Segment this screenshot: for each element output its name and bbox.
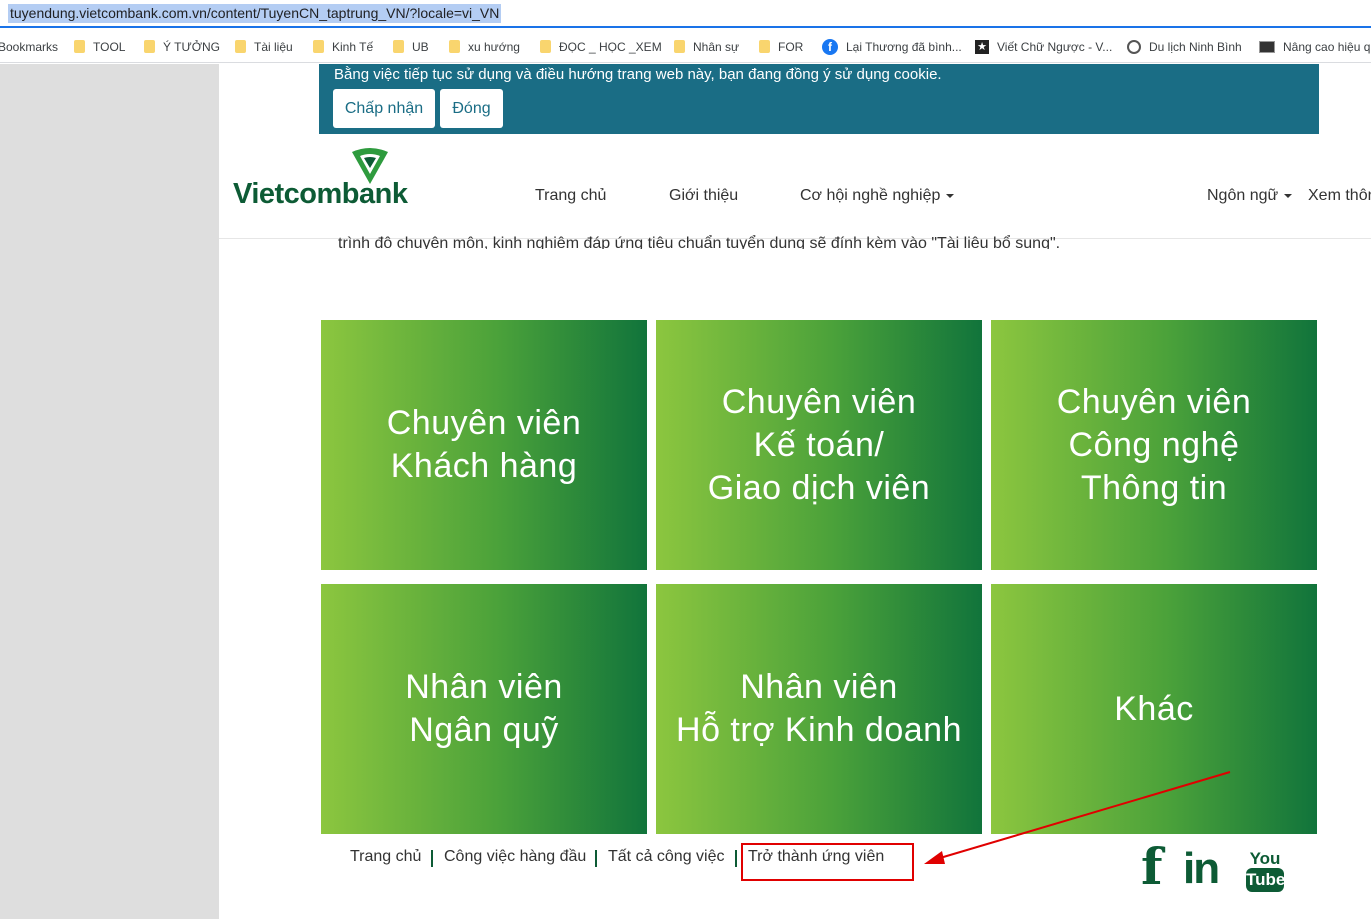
- bookmark-label: Du lịch Ninh Bình: [1149, 39, 1242, 54]
- folder-icon: [393, 40, 404, 53]
- folder-icon: [449, 40, 460, 53]
- tile-ke-toan-giao-dich-vien[interactable]: Chuyên viên Kế toán/ Giao dịch viên: [656, 320, 982, 570]
- bookmark-label: Viết Chữ Ngược - V...: [997, 39, 1113, 54]
- tile-cong-nghe-thong-tin[interactable]: Chuyên viên Công nghệ Thông tin: [991, 320, 1317, 570]
- chevron-down-icon: [946, 193, 955, 198]
- nav-language[interactable]: Ngôn ngữ: [1207, 187, 1293, 205]
- folder-icon: [144, 40, 155, 53]
- nav-careers-label: Cơ hội nghề nghiệp: [800, 187, 941, 204]
- bookmark-kinh-te[interactable]: Kinh Tế: [313, 30, 374, 62]
- bookmark-label: Kinh Tế: [332, 39, 374, 54]
- footer-separator: [431, 850, 433, 867]
- nav-about[interactable]: Giới thiệu: [669, 187, 738, 205]
- nav-careers[interactable]: Cơ hội nghề nghiệp: [800, 187, 955, 205]
- footer-link-home[interactable]: Trang chủ: [350, 848, 421, 866]
- star-icon: ★: [975, 39, 989, 54]
- annotation-highlight-box: [741, 843, 914, 881]
- tile-chuyen-vien-khach-hang[interactable]: Chuyên viên Khách hàng: [321, 320, 647, 570]
- bookmark-y-tuong[interactable]: Ý TƯỞNG: [144, 30, 220, 62]
- site-header: Vietcombank Trang chủ Giới thiệu Cơ hội …: [219, 134, 1371, 239]
- bookmark-label: ĐỌC _ HỌC _XEM: [559, 39, 662, 54]
- brand-name[interactable]: Vietcombank: [233, 178, 408, 211]
- footer-separator: [735, 850, 737, 867]
- youtube-you-text: You: [1249, 849, 1281, 868]
- cookie-message: Bằng việc tiếp tục sử dụng và điều hướng…: [334, 66, 942, 83]
- bookmark-label: UB: [412, 39, 429, 54]
- cookie-banner: Bằng việc tiếp tục sử dụng và điều hướng…: [319, 64, 1319, 134]
- folder-icon: [235, 40, 246, 53]
- bookmark-xu-huong[interactable]: xu hướng: [449, 30, 520, 62]
- bookmark-label: Lại Thương đã bình...: [846, 39, 962, 54]
- tile-label: Nhân viên Ngân quỹ: [405, 668, 563, 749]
- folder-icon: [759, 40, 770, 53]
- tile-label: Chuyên viên Khách hàng: [386, 404, 582, 485]
- bookmark-label: xu hướng: [468, 39, 520, 54]
- tile-label: Chuyên viên Kế toán/ Giao dịch viên: [707, 382, 931, 507]
- bookmark-label: Tài liệu: [254, 39, 293, 54]
- tile-khac[interactable]: Khác: [991, 584, 1317, 834]
- facebook-icon: f: [822, 38, 838, 55]
- bookmark-doc-hoc-xem[interactable]: ĐỌC _ HỌC _XEM: [540, 30, 662, 62]
- nav-more[interactable]: Xem thôn: [1308, 187, 1371, 205]
- intro-text: trình độ chuyên môn, kinh nghiệm đáp ứng…: [338, 235, 1061, 249]
- tile-nhan-vien-ngan-quy[interactable]: Nhân viên Ngân quỹ: [321, 584, 647, 834]
- bookmark-nhan-su[interactable]: Nhân sự: [674, 30, 740, 62]
- globe-icon: [1127, 39, 1141, 54]
- page: tuyendung.vietcombank.com.vn/content/Tuy…: [0, 0, 1371, 919]
- nav-language-label: Ngôn ngữ: [1207, 187, 1279, 204]
- folder-icon: [674, 40, 685, 53]
- bookmark-label: Bookmarks: [0, 39, 59, 54]
- footer-link-all-jobs[interactable]: Tất cả công việc: [608, 848, 725, 866]
- tile-label: Nhân viên Hỗ trợ Kinh doanh: [676, 668, 962, 749]
- folder-icon: [313, 40, 324, 53]
- footer-separator: [595, 850, 597, 867]
- bookmark-for[interactable]: FOR: [759, 30, 804, 62]
- bookmark-label: FOR: [778, 39, 804, 54]
- footer-link-top-jobs[interactable]: Công việc hàng đầu: [444, 848, 586, 866]
- linkedin-icon[interactable]: in: [1183, 847, 1220, 891]
- bookmark-label: Ý TƯỞNG: [163, 39, 220, 54]
- bookmark-label: TOOL: [93, 39, 126, 54]
- tile-label: Chuyên viên Công nghệ Thông tin: [1056, 382, 1252, 507]
- bookmarks-bar: Bookmarks TOOL Ý TƯỞNG Tài liệu Kinh Tế …: [0, 30, 1371, 63]
- bookmark-label: Nâng cao hiệu q: [1283, 39, 1371, 54]
- url-text[interactable]: tuyendung.vietcombank.com.vn/content/Tuy…: [8, 4, 502, 23]
- folder-icon: [540, 40, 551, 53]
- bookmark-viet-chu-nguoc[interactable]: ★ Viết Chữ Ngược - V...: [975, 30, 1113, 62]
- bookmark-lai-thuong[interactable]: f Lại Thương đã bình...: [822, 30, 962, 62]
- bookmark-ub[interactable]: UB: [393, 30, 429, 62]
- nav-home[interactable]: Trang chủ: [535, 187, 606, 205]
- facebook-icon[interactable]: f: [1141, 842, 1163, 892]
- youtube-icon[interactable]: You Tube: [1246, 849, 1285, 895]
- address-bar[interactable]: tuyendung.vietcombank.com.vn/content/Tuy…: [0, 0, 1371, 28]
- bookmark-tai-lieu[interactable]: Tài liệu: [235, 30, 293, 62]
- youtube-tube-text: Tube: [1246, 868, 1285, 892]
- bookmark-tool[interactable]: TOOL: [74, 30, 126, 62]
- close-cookie-button[interactable]: Đóng: [440, 89, 503, 128]
- image-icon: [1259, 40, 1275, 53]
- bookmarks-label[interactable]: Bookmarks: [0, 30, 59, 62]
- folder-icon: [74, 40, 85, 53]
- bookmark-label: Nhân sự: [693, 39, 740, 54]
- tile-label: Khác: [1114, 689, 1194, 728]
- bookmark-nang-cao[interactable]: Nâng cao hiệu q: [1259, 30, 1371, 62]
- accept-cookie-button[interactable]: Chấp nhận: [333, 89, 435, 128]
- tile-ho-tro-kinh-doanh[interactable]: Nhân viên Hỗ trợ Kinh doanh: [656, 584, 982, 834]
- bookmark-du-lich-ninh-binh[interactable]: Du lịch Ninh Bình: [1127, 30, 1242, 62]
- left-gutter: [0, 64, 219, 919]
- chevron-down-icon: [1284, 193, 1293, 198]
